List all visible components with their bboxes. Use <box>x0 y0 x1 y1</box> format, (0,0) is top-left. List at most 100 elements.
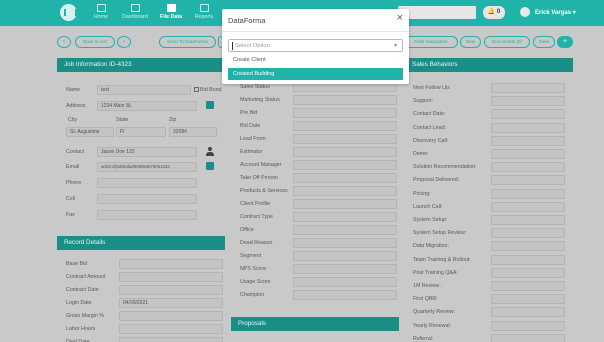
field-take-off-person[interactable] <box>293 173 397 183</box>
sales-field-proposal-delivered[interactable] <box>491 175 565 186</box>
sales-field-yearly-renewal[interactable] <box>491 320 565 331</box>
user-name: Erick Vargas <box>535 10 572 16</box>
back-to-list-button[interactable]: Back to List <box>75 36 115 48</box>
sales-field-team-training-rollout[interactable] <box>491 254 565 265</box>
fax-field[interactable] <box>97 210 197 220</box>
name-label: Name <box>66 87 81 93</box>
contact-label: Contact <box>66 149 85 155</box>
field-lead-from[interactable] <box>293 134 397 144</box>
chevron-down-icon[interactable]: ▾ <box>394 42 397 49</box>
sales-label-data-migration: Data Migration: <box>413 243 449 250</box>
nav-item-label: Reports <box>194 14 214 20</box>
sales-field-support[interactable] <box>491 96 565 107</box>
record-field-contract-amount[interactable] <box>119 272 223 282</box>
state-field[interactable]: Fl <box>116 127 166 137</box>
sales-field-next-follow-up[interactable] <box>491 83 565 93</box>
record-field-labor-hours[interactable] <box>119 324 223 334</box>
record-field-deal-date[interactable] <box>119 337 223 342</box>
sales-field-pricing[interactable] <box>491 188 565 199</box>
sales-field-contact-date[interactable] <box>491 109 565 120</box>
user-avatar[interactable] <box>520 7 530 17</box>
sales-label-next-follow-up: Next Follow Up: <box>413 85 451 91</box>
sales-field-post-training-q-a[interactable] <box>491 267 565 278</box>
sales-field-contact-lead[interactable] <box>491 122 565 133</box>
email-field[interactable]: admin@a83edad905084976061233 <box>97 162 197 172</box>
notifications-button[interactable]: 🔔 0 <box>483 6 505 19</box>
field-products-services[interactable] <box>293 186 397 196</box>
record-field-gross-margin[interactable] <box>119 311 223 321</box>
job-details-panel: Sales Status Marketing Status Pre Bid Bid D… <box>231 80 399 305</box>
field-usage-score[interactable] <box>293 277 397 287</box>
record-field-login-date[interactable]: 04/20/2021 <box>119 298 223 308</box>
chief-integration-button[interactable]: Chief Integration <box>403 36 458 48</box>
app-logo-icon[interactable] <box>60 4 77 21</box>
zip-field[interactable]: 32084 <box>169 127 217 137</box>
record-details-header: Record Details <box>57 236 225 250</box>
forward-arrow-button[interactable]: › <box>117 36 131 48</box>
global-search-input[interactable] <box>398 6 476 19</box>
option-created-building[interactable]: Created Building <box>228 68 403 80</box>
address-field[interactable]: 1234 Main St. <box>97 101 197 111</box>
sales-field-system-setup-review[interactable] <box>491 228 565 239</box>
sales-field-solution-recommendation[interactable] <box>491 162 565 173</box>
nav-item-label: Dashboard <box>122 14 148 20</box>
option-select[interactable]: Select Option ▾ <box>228 39 403 52</box>
record-label-labor-hours: Labor Hours <box>66 326 96 332</box>
contact-field[interactable]: Jason Doe 122 <box>97 147 197 157</box>
field-account-manager[interactable] <box>293 160 397 170</box>
job-information-panel: Job Information ID-4323 Name test Bid Bo… <box>57 58 225 226</box>
name-field[interactable]: test <box>97 85 191 95</box>
nav-item-home[interactable]: Home <box>84 4 118 20</box>
reports-icon <box>199 4 209 12</box>
sales-field-launch-call[interactable] <box>491 201 565 212</box>
nav-item-dashboard[interactable]: Dashboard <box>118 4 152 20</box>
field-office[interactable] <box>293 225 397 235</box>
field-pre-bid[interactable] <box>293 108 397 118</box>
label-estimator: Estimator <box>240 149 263 155</box>
field-marketing-status[interactable] <box>293 95 397 105</box>
phone-field[interactable] <box>97 178 197 188</box>
bid-bond-checkbox[interactable] <box>194 87 199 92</box>
sales-field-1m-review[interactable] <box>491 281 565 291</box>
sales-field-demo[interactable] <box>491 149 565 159</box>
sales-field-quarterly-review[interactable] <box>491 307 565 318</box>
record-field-base-bid[interactable] <box>119 259 223 269</box>
close-icon[interactable]: × <box>397 12 403 24</box>
back-arrow-button[interactable]: ‹ <box>57 36 71 48</box>
field-estimator[interactable] <box>293 147 397 157</box>
save-button[interactable]: Save <box>533 36 555 48</box>
new-button[interactable]: New <box>460 36 481 48</box>
user-menu[interactable]: Erick Vargas ▾ <box>535 9 576 16</box>
record-field-contract-date[interactable] <box>119 285 223 295</box>
sales-field-discovery-call[interactable] <box>491 135 565 146</box>
label-client-profile: Client Profile <box>240 201 271 207</box>
sales-field-data-migration[interactable] <box>491 241 565 252</box>
sales-field-first-qbr[interactable] <box>491 294 565 305</box>
field-contract-type[interactable] <box>293 212 397 222</box>
cell-field[interactable] <box>97 194 197 204</box>
nav-item-file-data[interactable]: File Data <box>154 4 188 20</box>
field-nps-score[interactable] <box>293 264 397 274</box>
email-send-icon[interactable] <box>206 162 214 170</box>
option-create-client[interactable]: Create Client <box>228 54 403 66</box>
city-label: City <box>68 117 78 123</box>
map-icon[interactable] <box>206 101 214 109</box>
add-button[interactable]: + <box>557 36 573 48</box>
documents-button[interactable]: Documents (0) <box>484 36 530 48</box>
nav-item-reports[interactable]: Reports <box>187 4 221 20</box>
field-bid-date[interactable] <box>293 121 397 131</box>
contact-person-icon[interactable] <box>206 147 214 156</box>
sales-field-system-setup[interactable] <box>491 215 565 225</box>
city-field[interactable]: St. Augustine <box>66 127 114 137</box>
send-to-dataforma-button[interactable]: Send To DataForma <box>159 36 216 48</box>
field-dead-reason[interactable] <box>293 238 397 248</box>
field-client-profile[interactable] <box>293 199 397 209</box>
sales-behaviors-header: Sales Behaviors <box>405 58 573 72</box>
record-label-contract-amount: Contract Amount <box>66 274 106 280</box>
text-cursor <box>232 42 233 50</box>
label-champion: Champion <box>240 292 265 298</box>
field-champion[interactable] <box>293 290 397 300</box>
field-segment[interactable] <box>293 251 397 261</box>
sales-label-team-training-rollout: Team Training & Rollout: <box>413 256 471 263</box>
sales-field-referral[interactable] <box>491 333 565 342</box>
